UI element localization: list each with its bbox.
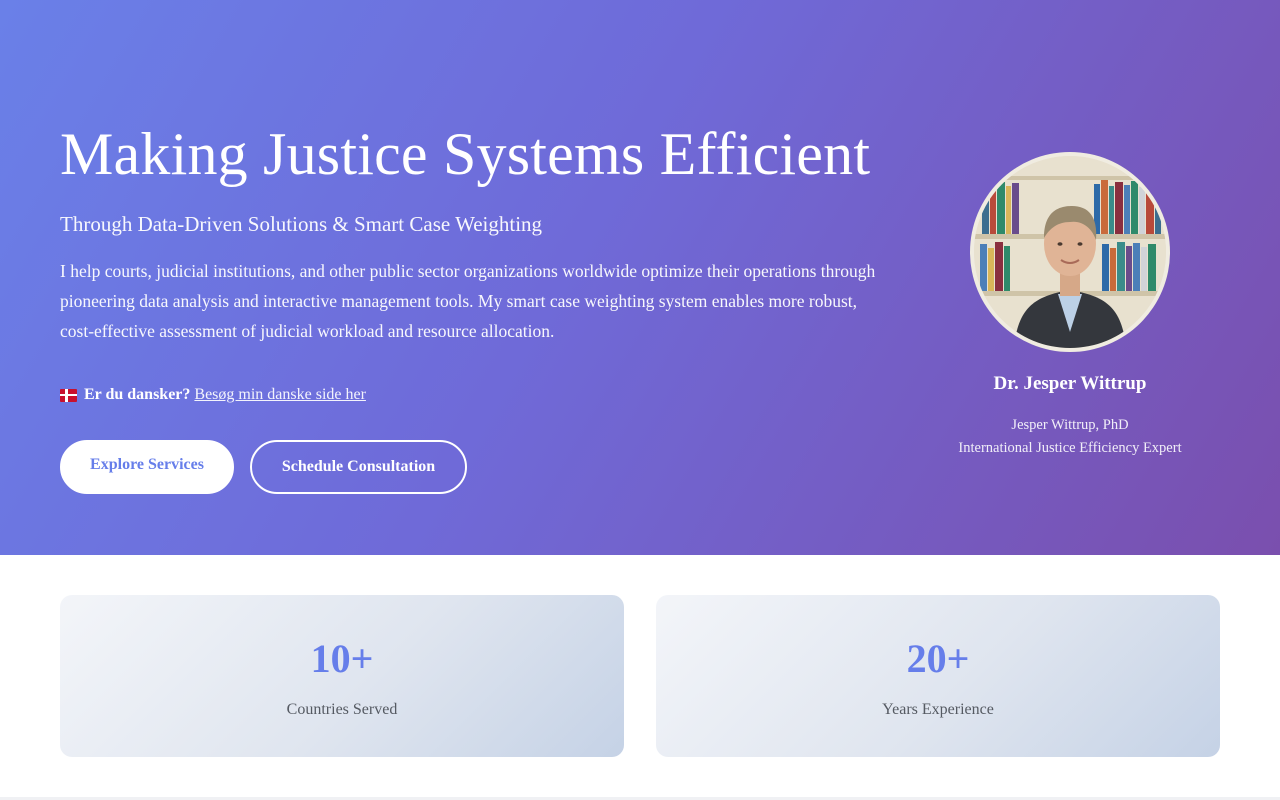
avatar — [970, 152, 1170, 352]
hero-description: I help courts, judicial institutions, an… — [60, 261, 876, 341]
hero-subtitle: Through Data-Driven Solutions & Smart Ca… — [60, 212, 543, 236]
explore-services-button[interactable]: Explore Services — [60, 440, 234, 494]
stat-card-countries: 10+ Countries Served — [60, 595, 624, 757]
profile-photo-icon — [974, 156, 1166, 348]
schedule-consultation-button[interactable]: Schedule Consultation — [250, 440, 467, 494]
stat-value: 20+ — [906, 636, 970, 681]
profile-name: Dr. Jesper Wittrup — [993, 373, 1147, 394]
hero-content: Making Justice Systems Efficient Through… — [60, 120, 880, 494]
stat-card-years: 20+ Years Experience — [656, 595, 1220, 757]
profile-card: Dr. Jesper Wittrup Jesper Wittrup, PhD I… — [930, 152, 1210, 460]
stat-label: Years Experience — [882, 701, 994, 718]
hero-title: Making Justice Systems Efficient — [60, 121, 871, 187]
profile-role: International Justice Efficiency Expert — [958, 440, 1182, 456]
stat-label: Countries Served — [286, 701, 398, 718]
stat-value: 10+ — [310, 636, 374, 681]
profile-credential: Jesper Wittrup, PhD — [1011, 417, 1129, 433]
denmark-flag-icon — [60, 388, 77, 402]
danish-site-link[interactable]: Besøg min danske side her — [194, 384, 366, 406]
danish-question: Er du dansker? — [84, 386, 191, 403]
stats-section: 10+ Countries Served 20+ Years Experienc… — [60, 595, 1220, 757]
danish-notice: Er du dansker? Besøg min danske side her — [60, 384, 880, 406]
hero-section: Making Justice Systems Efficient Through… — [0, 0, 1280, 555]
hero-buttons: Explore Services Schedule Consultation — [60, 440, 880, 494]
